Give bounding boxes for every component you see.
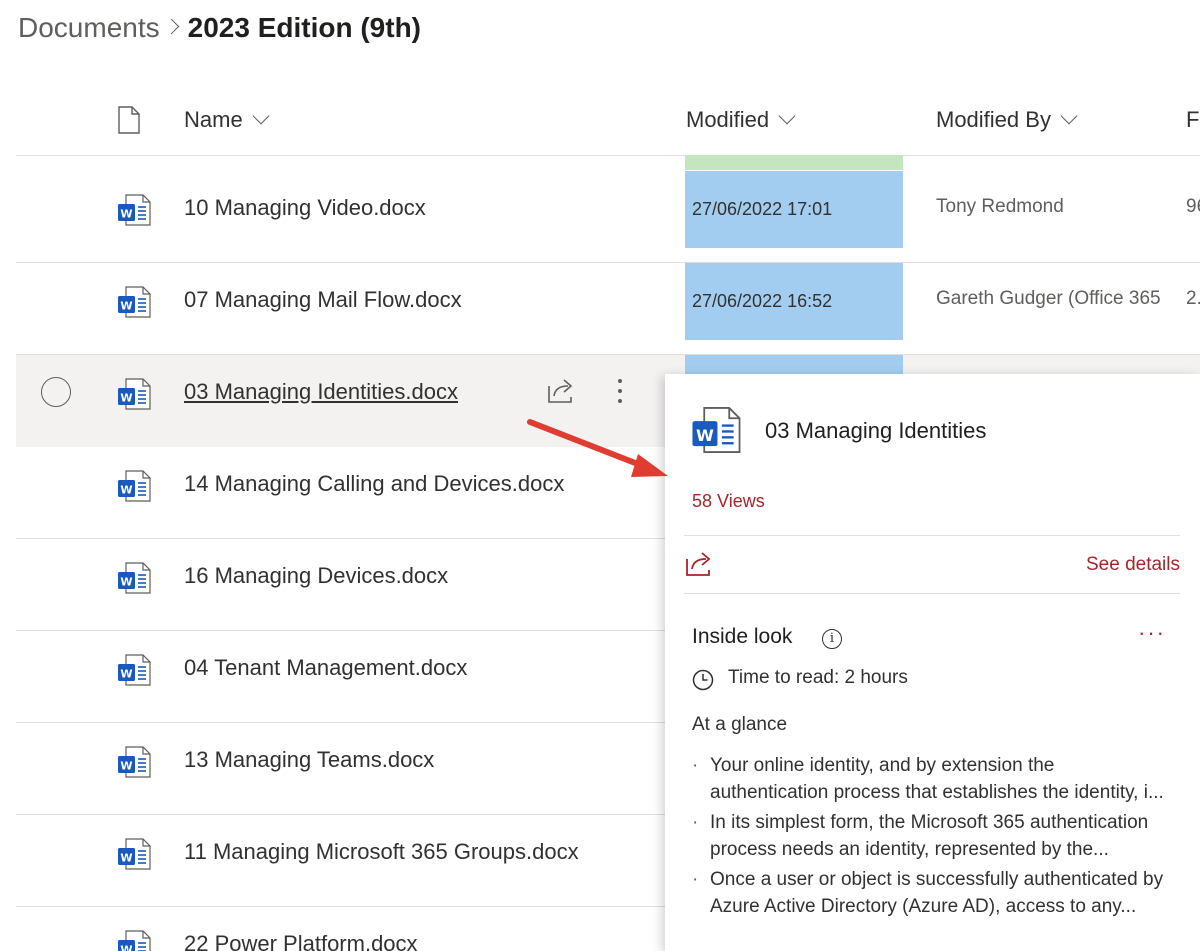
modified-column-highlight: [685, 155, 903, 170]
glance-bullet: · Your online identity, and by extension…: [692, 752, 1192, 806]
word-doc-icon: [117, 746, 151, 778]
at-a-glance-heading: At a glance: [692, 714, 788, 735]
share-icon[interactable]: [684, 550, 714, 578]
word-doc-icon: [117, 194, 151, 226]
info-icon[interactable]: i: [822, 629, 842, 649]
glance-bullet-list: · Your online identity, and by extension…: [692, 752, 1192, 923]
file-hover-card: 03 Managing Identities 58 Views See deta…: [665, 374, 1200, 951]
file-name-link[interactable]: 07 Managing Mail Flow.docx: [184, 287, 462, 313]
bullet-dot: ·: [692, 755, 699, 776]
word-doc-icon: [117, 838, 151, 870]
modified-date: 27/06/2022 16:52: [685, 263, 903, 340]
bullet-line: Once a user or object is successfully au…: [710, 869, 1164, 890]
column-header-modified-by[interactable]: Modified By: [936, 98, 1078, 142]
bullet-dot: ·: [692, 869, 699, 890]
table-row[interactable]: 07 Managing Mail Flow.docx 27/06/2022 16…: [16, 263, 1200, 355]
file-name-link[interactable]: 11 Managing Microsoft 365 Groups.docx: [184, 839, 579, 865]
card-divider: [684, 535, 1180, 536]
bullet-line: authentication process that establishes …: [710, 782, 1164, 803]
bullet-line: Azure Active Directory (Azure AD), acces…: [710, 896, 1137, 917]
glance-bullet: · Once a user or object is successfully …: [692, 866, 1192, 920]
word-doc-icon: [117, 470, 151, 502]
column-header-file-size[interactable]: F: [1186, 98, 1199, 142]
column-header-modified-by-label: Modified By: [936, 107, 1051, 132]
chevron-down-icon: [778, 107, 796, 125]
row-select-radio[interactable]: [41, 377, 71, 407]
glance-bullet: · In its simplest form, the Microsoft 36…: [692, 809, 1192, 863]
word-doc-icon: [117, 562, 151, 594]
file-name-link[interactable]: 16 Managing Devices.docx: [184, 563, 448, 589]
file-name-link[interactable]: 13 Managing Teams.docx: [184, 747, 434, 773]
file-name-link[interactable]: 10 Managing Video.docx: [184, 195, 426, 221]
bullet-dot: ·: [692, 812, 699, 833]
file-type-header-icon[interactable]: [117, 106, 141, 134]
column-header-name-label: Name: [184, 107, 243, 132]
file-name-link[interactable]: 22 Power Platform.docx: [184, 931, 418, 951]
file-name-link[interactable]: 04 Tenant Management.docx: [184, 655, 467, 681]
breadcrumb-documents[interactable]: Documents: [18, 12, 160, 44]
file-size: 2.: [1186, 288, 1200, 309]
see-details-link[interactable]: See details: [1086, 554, 1180, 576]
inside-look-heading: Inside look: [692, 625, 793, 648]
column-header-file-size-label: F: [1186, 107, 1200, 132]
breadcrumb-current-folder: 2023 Edition (9th): [187, 12, 421, 43]
word-doc-icon: [117, 654, 151, 686]
card-divider: [684, 593, 1180, 594]
file-name-link[interactable]: 03 Managing Identities.docx: [184, 379, 458, 405]
bullet-line: In its simplest form, the Microsoft 365 …: [710, 812, 1149, 833]
card-file-title[interactable]: 03 Managing Identities: [765, 418, 986, 444]
more-vertical-icon[interactable]: [612, 375, 628, 407]
modified-date: [685, 355, 903, 375]
word-doc-icon: [117, 930, 151, 951]
time-to-read: Time to read: 2 hours: [728, 667, 908, 688]
bullet-line: Your online identity, and by extension t…: [710, 755, 1055, 776]
bullet-line: process needs an identity, represented b…: [710, 839, 1109, 860]
chevron-right-icon: [160, 8, 188, 48]
modified-date: 27/06/2022 17:01: [685, 171, 903, 248]
modified-by: Tony Redmond: [936, 196, 1064, 217]
clock-icon: [692, 669, 714, 691]
header-divider: [16, 155, 1200, 156]
word-doc-icon: [117, 286, 151, 318]
modified-by: Gareth Gudger (Office 365: [936, 288, 1161, 309]
column-header-name[interactable]: Name: [184, 98, 270, 142]
word-doc-icon: [691, 406, 741, 454]
file-name-link[interactable]: 14 Managing Calling and Devices.docx: [184, 471, 564, 497]
breadcrumb: Documents 2023 Edition (9th): [18, 8, 421, 48]
chevron-down-icon: [1060, 107, 1078, 125]
word-doc-icon: [117, 378, 151, 410]
share-icon[interactable]: [546, 377, 576, 405]
chevron-down-icon: [252, 107, 270, 125]
more-horizontal-icon[interactable]: ···: [1138, 620, 1166, 646]
column-header-modified[interactable]: Modified: [686, 98, 796, 142]
table-row[interactable]: 10 Managing Video.docx 27/06/2022 17:01 …: [16, 171, 1200, 263]
views-count[interactable]: 58 Views: [692, 491, 765, 512]
column-header-modified-label: Modified: [686, 107, 770, 132]
file-size: 96: [1186, 196, 1200, 217]
annotation-arrow: [527, 419, 668, 477]
